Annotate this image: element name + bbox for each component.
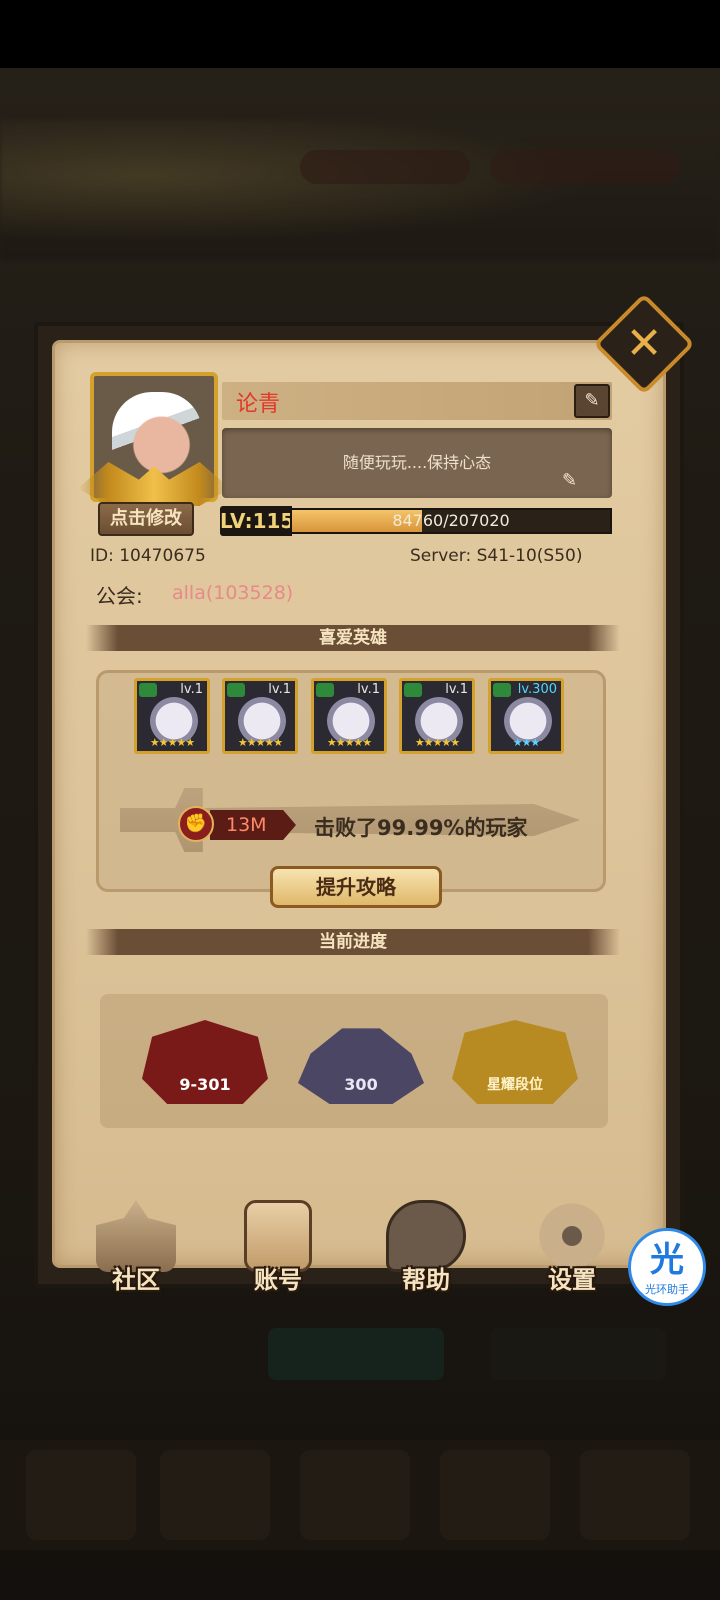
hero-class-icon <box>493 683 511 697</box>
level-badge: LV:115 <box>220 506 294 536</box>
community-button[interactable]: 社区 <box>86 1200 186 1298</box>
hero-portrait <box>231 691 293 741</box>
assistant-label: 光环助手 <box>645 1283 689 1296</box>
hero-card[interactable]: lv.1 ★★★★★ <box>399 678 475 754</box>
account-label: 账号 <box>254 1266 302 1294</box>
guild-label: 公会: <box>96 584 143 608</box>
community-label: 社区 <box>112 1266 160 1294</box>
hero-level: lv.300 <box>517 682 557 697</box>
hero-stars: ★★★★★ <box>149 736 195 749</box>
hero-stars: ★★★ <box>512 736 541 749</box>
hero-portrait <box>497 691 559 741</box>
power-value: 13M <box>210 810 296 840</box>
hero-level: lv.1 <box>357 682 380 697</box>
hero-stars: ★★★★★ <box>237 736 283 749</box>
hero-class-icon <box>404 683 422 697</box>
edit-name-button[interactable]: ✎ <box>574 384 610 418</box>
hero-class-icon <box>139 683 157 697</box>
settings-button[interactable]: 设置 <box>522 1200 622 1298</box>
pencil-icon[interactable]: ✎ <box>562 470 590 494</box>
account-button[interactable]: 账号 <box>228 1200 328 1298</box>
hero-class-icon <box>316 683 334 697</box>
hero-card[interactable]: lv.1 ★★★★★ <box>134 678 210 754</box>
hero-card[interactable]: lv.300 ★★★ <box>488 678 564 754</box>
favorite-heroes-title: 喜爱英雄 <box>319 628 387 648</box>
hero-portrait <box>320 691 382 741</box>
hero-level: lv.1 <box>445 682 468 697</box>
xp-text: 84760/207020 <box>392 511 510 530</box>
hero-stars: ★★★★★ <box>414 736 460 749</box>
defeat-percentage-text: 击败了99.99%的玩家 <box>314 816 528 840</box>
hero-level: lv.1 <box>180 682 203 697</box>
hero-card[interactable]: lv.1 ★★★★★ <box>222 678 298 754</box>
hero-portrait <box>143 691 205 741</box>
player-id: ID: 10470675 <box>90 546 206 566</box>
guild-name[interactable]: alla(103528) <box>172 582 293 604</box>
pencil-icon: ✎ <box>584 390 600 411</box>
settings-label: 设置 <box>548 1266 596 1294</box>
server-info: Server: S41-10(S50) <box>410 546 583 566</box>
player-name: 论青 <box>236 392 281 417</box>
help-button[interactable]: 帮助 <box>376 1200 476 1298</box>
current-progress-title: 当前进度 <box>319 932 387 952</box>
hero-stars: ★★★★★ <box>326 736 372 749</box>
hero-class-icon <box>227 683 245 697</box>
fist-icon: ✊ <box>178 806 214 842</box>
hero-card[interactable]: lv.1 ★★★★★ <box>311 678 387 754</box>
rank-progress-label: 星耀段位 <box>487 1077 543 1093</box>
help-label: 帮助 <box>402 1266 450 1294</box>
motto-text: 随便玩玩....保持心态 <box>342 453 492 472</box>
stage-progress-label: 9-301 <box>179 1075 231 1094</box>
hero-portrait <box>408 691 470 741</box>
tower-progress-label: 300 <box>344 1075 378 1094</box>
hero-level: lv.1 <box>268 682 291 697</box>
avatar-frame-wings <box>78 462 230 506</box>
upgrade-guide-button[interactable]: 提升攻略 <box>270 866 442 908</box>
close-icon[interactable]: ✕ <box>608 308 680 380</box>
name-bar <box>222 382 612 420</box>
assistant-logo-icon[interactable]: 光 <box>628 1232 706 1281</box>
edit-avatar-button[interactable]: 点击修改 <box>98 502 194 536</box>
